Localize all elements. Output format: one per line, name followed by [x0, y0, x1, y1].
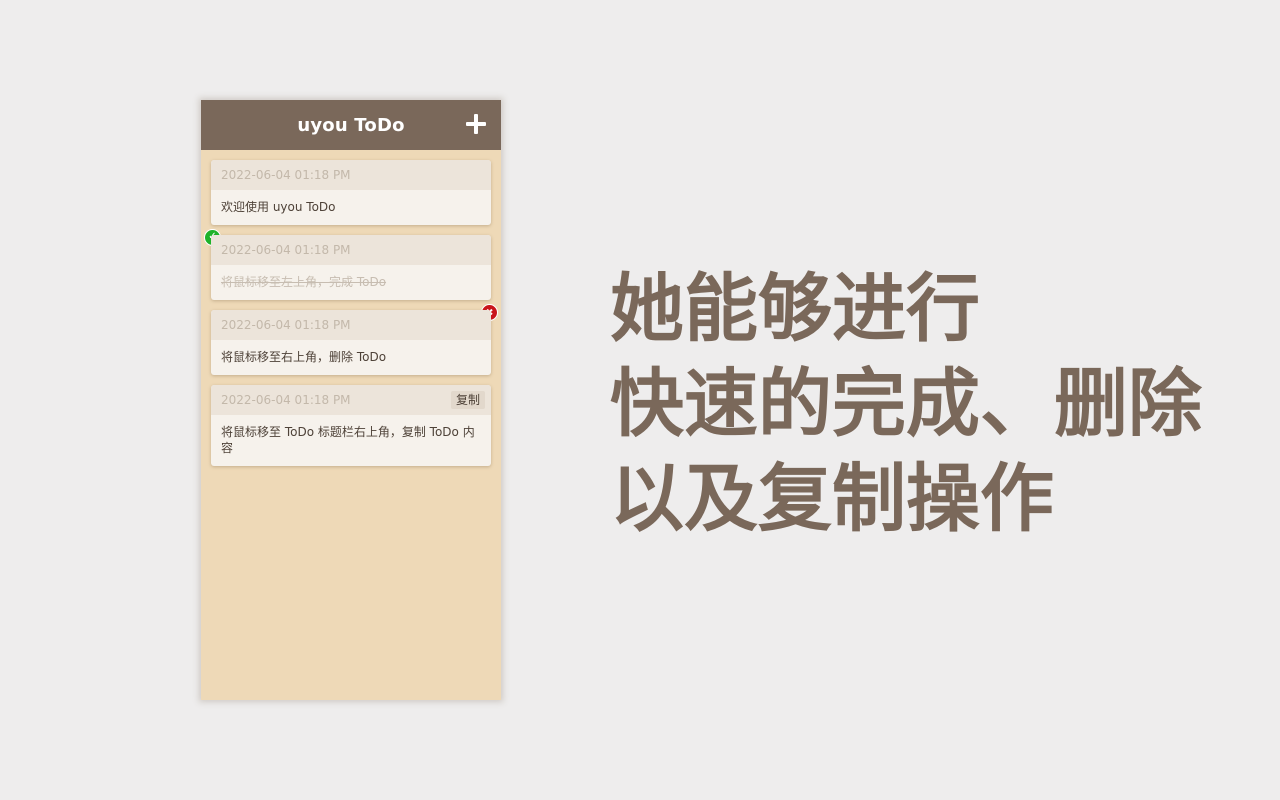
todo-title-bar[interactable]: 2022-06-04 01:18 PM: [211, 160, 491, 190]
add-todo-button[interactable]: [465, 113, 487, 135]
todo-content: 将鼠标移至 ToDo 标题栏右上角，复制 ToDo 内容: [221, 425, 475, 455]
todo-timestamp: 2022-06-04 01:18 PM: [221, 168, 351, 182]
app-title: uyou ToDo: [297, 114, 405, 136]
todo-title-bar[interactable]: 2022-06-04 01:18 PM: [211, 310, 491, 340]
todo-app-window: uyou ToDo 2022-06-04 01:18 PM 欢迎使用 uyou …: [201, 100, 501, 700]
caption-line: 快速的完成、删除: [610, 361, 1202, 447]
app-header: uyou ToDo: [201, 100, 501, 150]
caption-line: 以及复制操作: [610, 456, 1054, 542]
todo-timestamp: 2022-06-04 01:18 PM: [221, 243, 351, 257]
todo-title-bar[interactable]: 2022-06-04 01:18 PM: [211, 235, 491, 265]
caption-line: 她能够进行: [610, 266, 980, 352]
todo-content: 欢迎使用 uyou ToDo: [221, 200, 336, 214]
todo-item[interactable]: ✓ 2022-06-04 01:18 PM 将鼠标移至左上角，完成 ToDo: [204, 229, 491, 300]
todo-content: 将鼠标移至右上角，删除 ToDo: [221, 350, 387, 364]
feature-caption: 她能够进行 快速的完成、删除 以及复制操作: [610, 262, 1260, 547]
todo-content: 将鼠标移至左上角，完成 ToDo: [221, 275, 387, 289]
todo-item[interactable]: 2022-06-04 01:18 PM 复制 将鼠标移至 ToDo 标题栏右上角…: [211, 385, 491, 466]
todo-timestamp: 2022-06-04 01:18 PM: [221, 318, 351, 332]
copy-button[interactable]: 复制: [450, 391, 485, 409]
todo-timestamp: 2022-06-04 01:18 PM: [221, 393, 351, 407]
todo-list: 2022-06-04 01:18 PM 欢迎使用 uyou ToDo ✓ 202…: [204, 160, 498, 476]
todo-item[interactable]: 2022-06-04 01:18 PM 将鼠标移至右上角，删除 ToDo: [211, 304, 498, 375]
todo-item[interactable]: 2022-06-04 01:18 PM 欢迎使用 uyou ToDo: [211, 160, 491, 225]
todo-title-bar[interactable]: 2022-06-04 01:18 PM 复制: [211, 385, 491, 415]
